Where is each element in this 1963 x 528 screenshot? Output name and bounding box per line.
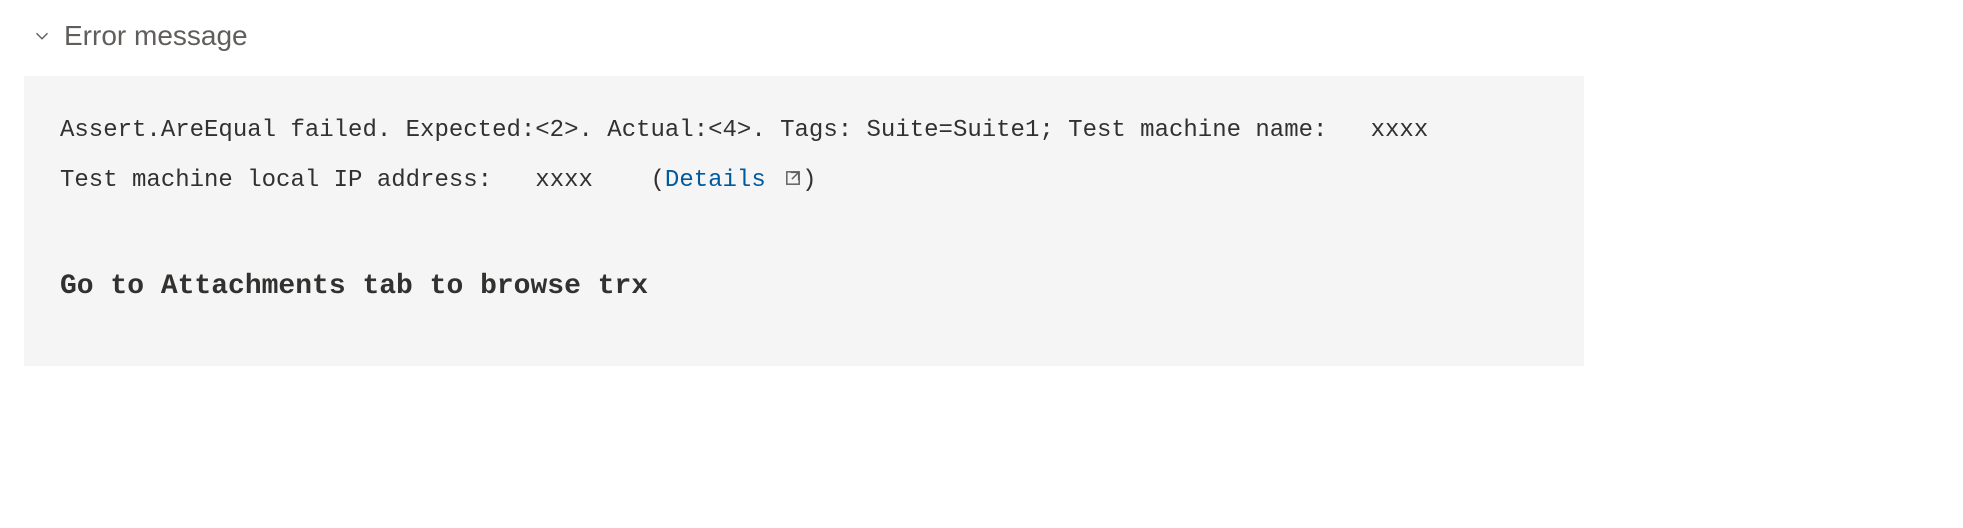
external-link-icon <box>784 157 802 175</box>
error-line1-masked: xxxx <box>1371 117 1429 144</box>
error-message-block: Assert.AreEqual failed. Expected:<2>. Ac… <box>24 76 1584 366</box>
paren-close: ) <box>802 167 816 194</box>
error-line2-masked: xxxx <box>535 167 593 194</box>
details-label: Details <box>665 167 766 194</box>
error-section-header[interactable]: Error message <box>0 0 1963 66</box>
error-line-1: Assert.AreEqual failed. Expected:<2>. Ac… <box>60 106 1548 156</box>
section-title: Error message <box>64 20 248 52</box>
error-line1-pre: Assert.AreEqual failed. Expected:<2>. Ac… <box>60 117 1327 144</box>
attachments-message: Go to Attachments tab to browse trx <box>60 267 1548 306</box>
chevron-down-icon <box>30 24 54 48</box>
error-line2-pre: Test machine local IP address: <box>60 167 492 194</box>
details-link[interactable]: Details <box>665 167 802 194</box>
paren-open: ( <box>651 167 665 194</box>
error-line-2: Test machine local IP address: xxxx (Det… <box>60 156 1548 206</box>
